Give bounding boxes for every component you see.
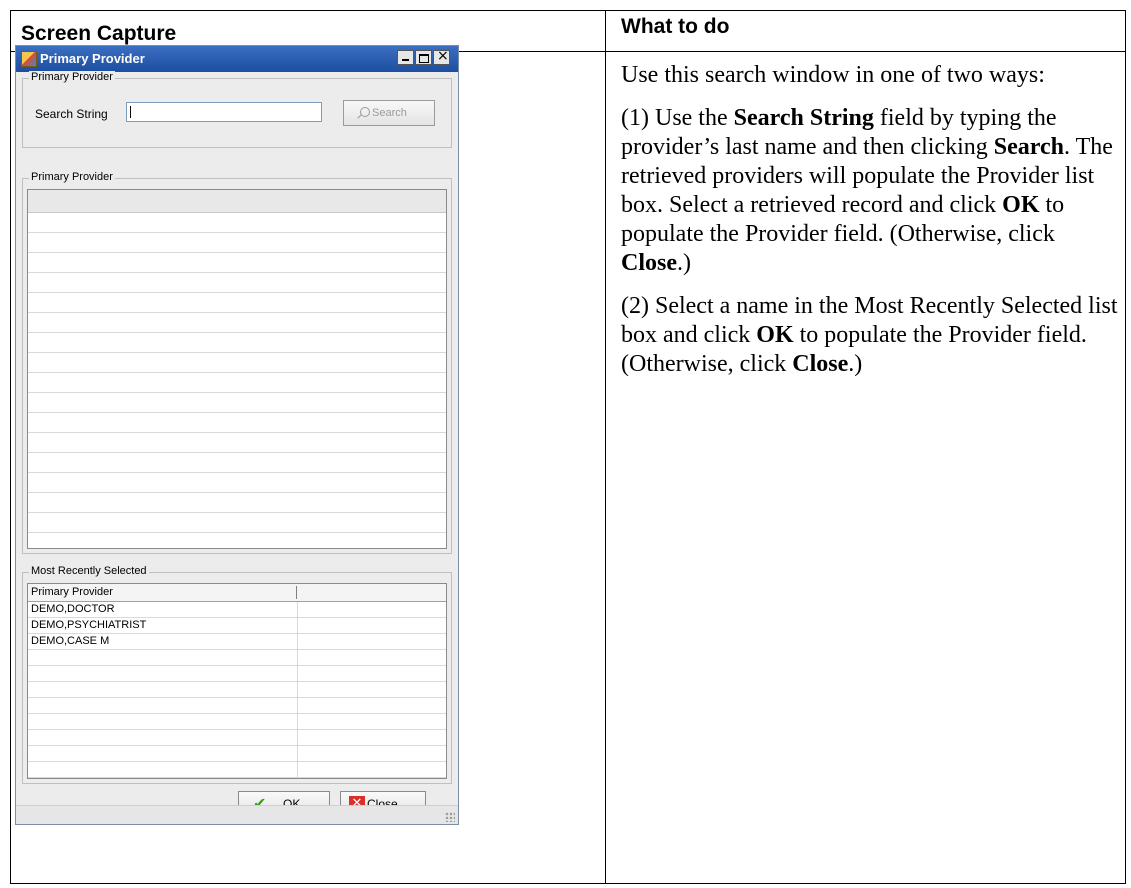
- recent-column-line: [297, 602, 298, 778]
- status-bar: [16, 805, 458, 824]
- results-group: Primary Provider: [22, 171, 452, 554]
- primary-provider-window: Primary Provider Primary Provider Search…: [15, 45, 459, 825]
- instruction-step-2: (2) Select a name in the Most Recently S…: [621, 293, 1118, 377]
- search-icon: [360, 107, 370, 117]
- window-titlebar[interactable]: Primary Provider: [16, 46, 458, 72]
- close-window-icon[interactable]: [433, 48, 450, 65]
- search-group: Primary Provider Search String Search: [22, 71, 452, 148]
- recent-group: Most Recently Selected Primary Provider …: [22, 565, 452, 784]
- minimize-icon[interactable]: [397, 50, 414, 65]
- provider-results-list[interactable]: [27, 189, 447, 549]
- search-group-label: Primary Provider: [29, 71, 115, 83]
- search-button[interactable]: Search: [343, 100, 435, 126]
- column-separator[interactable]: [296, 586, 297, 599]
- results-list-header: [28, 190, 446, 213]
- window-title: Primary Provider: [40, 51, 145, 66]
- resize-grip-icon[interactable]: [445, 812, 455, 822]
- search-button-label: Search: [372, 107, 407, 119]
- app-icon: [21, 51, 37, 67]
- instruction-intro: Use this search window in one of two way…: [621, 62, 1045, 88]
- instructions-text: Use this search window in one of two way…: [621, 61, 1121, 393]
- header-what-to-do: What to do: [621, 15, 730, 38]
- list-item[interactable]: DEMO,PSYCHIATRIST: [31, 619, 146, 631]
- header-screen-capture: Screen Capture: [21, 22, 177, 45]
- recent-rows: DEMO,DOCTOR DEMO,PSYCHIATRIST DEMO,CASE …: [28, 602, 446, 778]
- search-string-label: Search String: [35, 107, 108, 121]
- instruction-step-1: (1) Use the Search String field by typin…: [621, 105, 1113, 276]
- list-item[interactable]: DEMO,CASE M: [31, 635, 109, 647]
- column-divider: [605, 11, 606, 883]
- list-item[interactable]: DEMO,DOCTOR: [31, 603, 115, 615]
- recent-column-header[interactable]: Primary Provider: [28, 584, 446, 602]
- recent-list[interactable]: Primary Provider DEMO,DOCTOR DEMO,PSYCHI…: [27, 583, 447, 779]
- search-string-input[interactable]: [126, 102, 322, 122]
- maximize-icon[interactable]: [415, 50, 432, 65]
- results-list-rows: [28, 213, 446, 548]
- recent-group-label: Most Recently Selected: [29, 565, 149, 577]
- recent-column-label: Primary Provider: [31, 586, 113, 598]
- window-controls: [396, 48, 450, 65]
- results-group-label: Primary Provider: [29, 171, 115, 183]
